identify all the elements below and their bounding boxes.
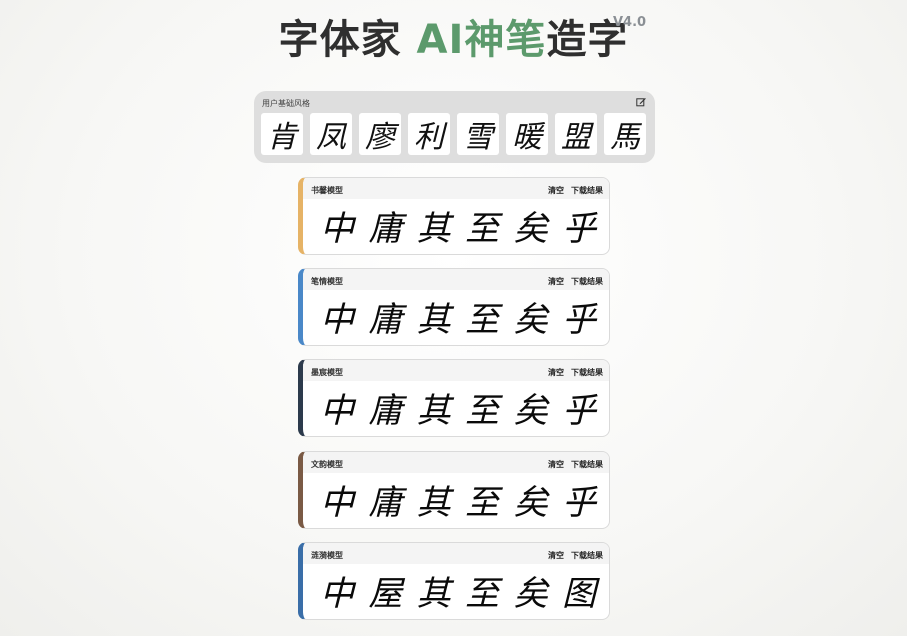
char-row: 中 庸 其 至 矣 乎	[309, 293, 607, 340]
result-char: 矣	[513, 573, 548, 614]
download-button[interactable]: 下载结果	[571, 550, 603, 561]
result-char: 乎	[561, 299, 596, 340]
model-name: 墨宸模型	[311, 368, 343, 377]
model-card: 文韵模型 清空 下载结果 中 庸 其 至 矣 乎	[298, 451, 610, 529]
char-row: 中 庸 其 至 矣 乎	[309, 476, 607, 523]
version-badge: V4.0	[613, 15, 647, 30]
model-card: 笔情模型 清空 下载结果 中 庸 其 至 矣 乎	[298, 268, 610, 346]
result-char: 其	[416, 390, 451, 431]
result-char: 庸	[368, 390, 403, 431]
result-char: 屋	[368, 573, 403, 614]
result-char: 庸	[368, 208, 403, 249]
base-glyph[interactable]: 利	[408, 113, 450, 155]
result-char: 矣	[513, 390, 548, 431]
card-actions: 清空 下载结果	[548, 550, 603, 561]
result-char: 矣	[513, 482, 548, 523]
clear-button[interactable]: 清空	[548, 459, 564, 470]
download-button[interactable]: 下载结果	[571, 185, 603, 196]
model-name: 书馨模型	[311, 186, 343, 195]
base-glyph[interactable]: 馬	[604, 113, 646, 155]
card-header: 笔情模型 清空 下载结果	[303, 269, 609, 290]
result-char: 其	[416, 482, 451, 523]
card-actions: 清空 下载结果	[548, 367, 603, 378]
clear-button[interactable]: 清空	[548, 276, 564, 287]
card-header: 墨宸模型 清空 下载结果	[303, 360, 609, 381]
model-name: 文韵模型	[311, 460, 343, 469]
result-char: 其	[416, 573, 451, 614]
card-actions: 清空 下载结果	[548, 276, 603, 287]
char-row: 中 庸 其 至 矣 乎	[309, 384, 607, 431]
base-glyph[interactable]: 廖	[359, 113, 401, 155]
result-char: 其	[416, 208, 451, 249]
clear-button[interactable]: 清空	[548, 185, 564, 196]
result-char: 至	[465, 482, 500, 523]
result-char: 至	[465, 573, 500, 614]
result-char: 其	[416, 299, 451, 340]
base-style-panel: 用户基础风格 肯 凤 廖 利 雪 暖 盟 馬	[254, 91, 655, 163]
card-header: 书馨模型 清空 下载结果	[303, 178, 609, 199]
result-char: 中	[320, 573, 354, 614]
result-char: 乎	[561, 390, 596, 431]
download-button[interactable]: 下载结果	[571, 367, 603, 378]
download-button[interactable]: 下载结果	[571, 459, 603, 470]
result-char: 至	[465, 299, 500, 340]
model-name: 笔情模型	[311, 277, 343, 286]
result-char: 中	[320, 390, 354, 431]
result-char: 乎	[561, 208, 596, 249]
base-glyph-row: 肯 凤 廖 利 雪 暖 盟 馬	[261, 113, 646, 155]
result-char: 中	[320, 482, 354, 523]
card-actions: 清空 下载结果	[548, 459, 603, 470]
result-char: 矣	[513, 208, 548, 249]
base-glyph[interactable]: 雪	[457, 113, 499, 155]
edit-icon[interactable]	[636, 97, 646, 107]
card-header: 涟漪模型 清空 下载结果	[303, 543, 609, 564]
title-accent: AI神笔	[416, 17, 547, 63]
base-glyph[interactable]: 暖	[506, 113, 548, 155]
result-char: 至	[465, 208, 500, 249]
page-title: 字体家 AI神笔造字	[0, 14, 907, 66]
model-name: 涟漪模型	[311, 551, 343, 560]
clear-button[interactable]: 清空	[548, 367, 564, 378]
download-button[interactable]: 下载结果	[571, 276, 603, 287]
result-char: 中	[320, 208, 354, 249]
base-glyph[interactable]: 肯	[261, 113, 303, 155]
card-header: 文韵模型 清空 下载结果	[303, 452, 609, 473]
result-char: 乎	[561, 482, 596, 523]
result-char: 图	[561, 573, 596, 614]
char-row: 中 庸 其 至 矣 乎	[309, 202, 607, 249]
base-glyph[interactable]: 盟	[555, 113, 597, 155]
model-card: 涟漪模型 清空 下载结果 中 屋 其 至 矣 图	[298, 542, 610, 620]
base-style-label: 用户基础风格	[262, 99, 310, 108]
title-part1: 字体家	[278, 17, 417, 63]
char-row: 中 屋 其 至 矣 图	[309, 567, 607, 614]
result-char: 至	[465, 390, 500, 431]
result-char: 矣	[513, 299, 548, 340]
result-char: 中	[320, 299, 354, 340]
base-glyph[interactable]: 凤	[310, 113, 352, 155]
result-char: 庸	[368, 299, 403, 340]
model-card: 墨宸模型 清空 下载结果 中 庸 其 至 矣 乎	[298, 359, 610, 437]
model-card: 书馨模型 清空 下载结果 中 庸 其 至 矣 乎	[298, 177, 610, 255]
card-actions: 清空 下载结果	[548, 185, 603, 196]
clear-button[interactable]: 清空	[548, 550, 564, 561]
result-char: 庸	[368, 482, 403, 523]
